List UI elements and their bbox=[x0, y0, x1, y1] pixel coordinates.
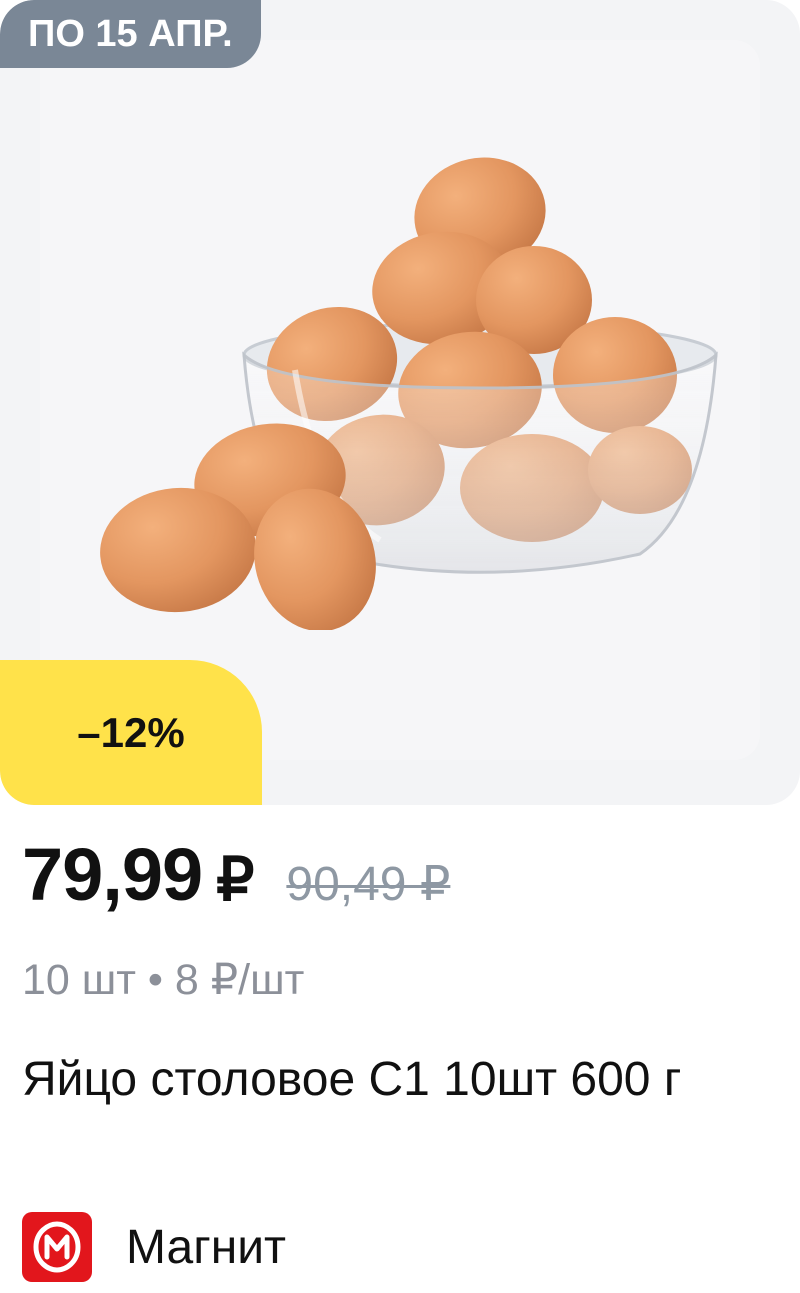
discount-badge: –12% bbox=[0, 660, 262, 805]
product-card[interactable]: ПО 15 АПР. –12% 79,99 ₽ 90,49 ₽ 10 шт • … bbox=[0, 0, 800, 1293]
magnit-logo-icon bbox=[22, 1212, 92, 1282]
store-name: Магнит bbox=[126, 1220, 287, 1274]
eggs-in-bowl-image bbox=[100, 157, 718, 630]
store-info[interactable]: Магнит bbox=[22, 1212, 286, 1282]
old-price: 90,49 ₽ bbox=[286, 858, 451, 911]
promo-end-date-badge: ПО 15 АПР. bbox=[0, 0, 261, 68]
current-price: 79,99 bbox=[22, 833, 203, 916]
currency-symbol: ₽ bbox=[216, 846, 255, 913]
unit-price-info: 10 шт • 8 ₽/шт bbox=[22, 956, 305, 1004]
product-title[interactable]: Яйцо столовое С1 10шт 600 г bbox=[22, 1050, 782, 1110]
price-row: 79,99 ₽ 90,49 ₽ bbox=[22, 832, 450, 922]
product-image-area[interactable]: ПО 15 АПР. –12% bbox=[0, 0, 800, 805]
